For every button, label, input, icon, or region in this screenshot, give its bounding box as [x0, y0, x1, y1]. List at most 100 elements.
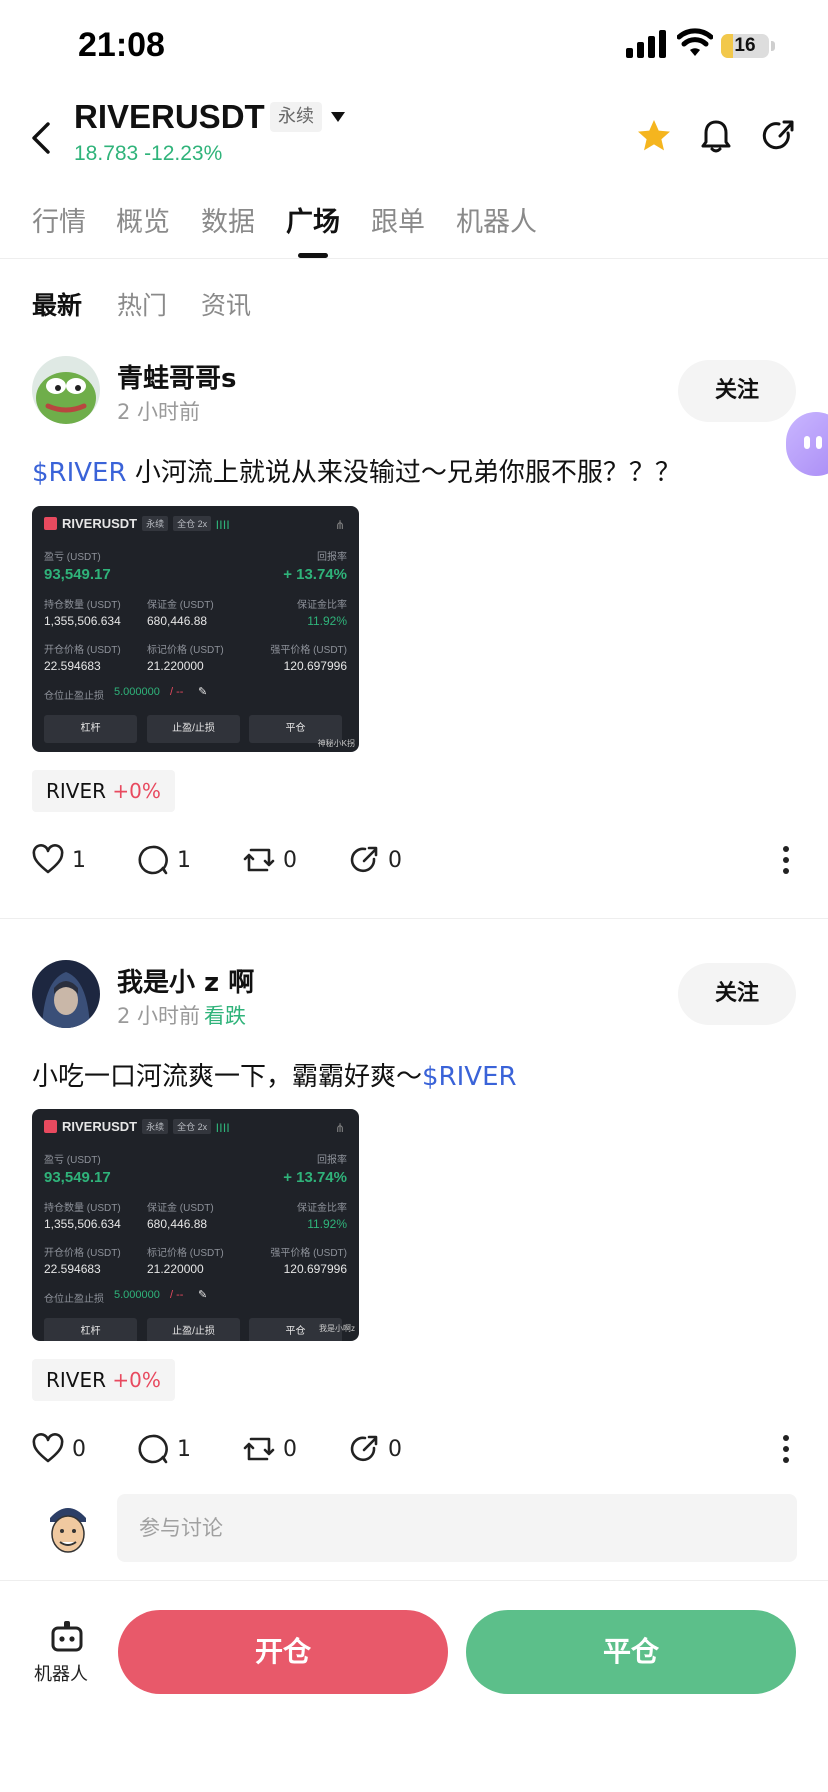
tab-data[interactable]: 数据 — [201, 200, 255, 239]
post-time: 2 小时前 — [117, 396, 200, 426]
card-perp: 永续 — [142, 516, 169, 531]
edit-icon: ✎ — [198, 686, 208, 698]
comment-action[interactable]: 1 — [137, 1433, 191, 1465]
post-text-body: 小吃一口河流爽一下，霸霸好爽～ — [32, 1062, 423, 1092]
repost-count: 0 — [283, 847, 297, 873]
post-text: $RIVER 小河流上就说从来没输过～兄弟你服不服？？？ — [32, 452, 681, 489]
mark-label: 标记价格 (USDT) — [147, 1248, 224, 1259]
ticker-tag[interactable]: RIVER +0% — [32, 770, 175, 812]
card-watermark: 神秘小K拐 — [317, 739, 355, 748]
tag-name: RIVER — [46, 1368, 107, 1392]
robot-label[interactable]: 机器人 — [34, 1660, 88, 1686]
pnl-label: 盈亏 (USDT) — [44, 552, 101, 563]
comment-input[interactable]: 参与讨论 — [117, 1494, 797, 1562]
bottom-bar-divider — [0, 1580, 828, 1581]
subtab-hot[interactable]: 热门 — [117, 286, 167, 322]
bell-icon[interactable] — [696, 116, 736, 156]
share-action[interactable]: 0 — [348, 844, 402, 876]
post-divider — [0, 918, 828, 919]
tpsl-value: 5.000000 — [114, 1289, 160, 1301]
pair-title[interactable]: RIVERUSDT — [74, 98, 265, 136]
ticker-tag[interactable]: RIVER +0% — [32, 1359, 175, 1401]
avatar[interactable] — [32, 356, 100, 424]
sentiment-label: 看跌 — [204, 1004, 247, 1028]
avatar[interactable] — [32, 960, 100, 1028]
subtab-news[interactable]: 资讯 — [201, 286, 251, 322]
post-text: 小吃一口河流爽一下，霸霸好爽～$RIVER — [32, 1056, 517, 1093]
card-share-icon: ⋔ — [334, 1121, 345, 1135]
share-icon[interactable] — [758, 116, 798, 156]
battery-cap — [771, 41, 775, 51]
entry-value: 22.594683 — [44, 659, 101, 673]
liq-value: 120.697996 — [283, 659, 347, 673]
subtab-latest[interactable]: 最新 — [32, 286, 82, 322]
follow-button[interactable]: 关注 — [678, 963, 796, 1025]
mark-label: 标记价格 (USDT) — [147, 645, 224, 656]
dropdown-triangle-icon[interactable] — [330, 111, 346, 123]
card-tpsl-button: 止盈/止损 — [147, 715, 240, 743]
roe-label: 回报率 — [317, 1155, 347, 1166]
open-position-button[interactable]: 开仓 — [118, 1610, 448, 1694]
cellular-signal-icon — [626, 30, 666, 58]
repost-action[interactable]: 0 — [243, 1433, 297, 1465]
more-options-icon[interactable] — [781, 1434, 791, 1464]
comment-action[interactable]: 1 — [137, 844, 191, 876]
card-header: RIVERUSDT 永续 全仓 2x |||| — [44, 1119, 230, 1134]
card-watermark: 我是小啊z — [319, 1324, 355, 1333]
follow-button[interactable]: 关注 — [678, 360, 796, 422]
tab-market[interactable]: 行情 — [32, 200, 86, 239]
tab-copy-trading[interactable]: 跟单 — [371, 200, 425, 239]
position-card[interactable]: RIVERUSDT 永续 全仓 2x |||| ⋔ 盈亏 (USDT) 回报率 … — [32, 506, 359, 752]
ticker-link[interactable]: $RIVER — [422, 1062, 517, 1092]
back-arrow-icon[interactable] — [22, 116, 62, 160]
like-action[interactable]: 0 — [32, 1433, 86, 1465]
card-margin-mode: 全仓 2x — [173, 516, 212, 531]
position-card[interactable]: RIVERUSDT 永续 全仓 2x |||| ⋔ 盈亏 (USDT) 回报率 … — [32, 1109, 359, 1341]
repost-icon — [243, 1437, 275, 1461]
repost-icon — [243, 848, 275, 872]
robot-icon[interactable] — [50, 1620, 84, 1652]
tag-change: +0% — [112, 1368, 161, 1392]
leverage-bars-icon: |||| — [216, 1121, 231, 1132]
entry-label: 开仓价格 (USDT) — [44, 645, 121, 656]
margin-value: 680,446.88 — [147, 1217, 208, 1231]
post-text-body: 小河流上就说从来没输过～兄弟你服不服？？？ — [126, 458, 681, 488]
card-perp: 永续 — [142, 1119, 169, 1134]
tab-square[interactable]: 广场 — [286, 200, 340, 239]
comment-count: 1 — [177, 1436, 191, 1462]
card-symbol: RIVERUSDT — [62, 1119, 138, 1134]
pnl-value: 93,549.17 — [44, 1169, 111, 1186]
tag-change: +0% — [112, 779, 161, 803]
close-position-button[interactable]: 平仓 — [466, 1610, 796, 1694]
tab-bots[interactable]: 机器人 — [456, 200, 537, 239]
qty-label: 持仓数量 (USDT) — [44, 600, 121, 611]
margin-ratio-label: 保证金比率 — [297, 1203, 347, 1214]
tab-overview[interactable]: 概览 — [116, 200, 170, 239]
post-time-text: 2 小时前 — [117, 400, 201, 424]
more-options-icon[interactable] — [781, 845, 791, 875]
username[interactable]: 青蛙哥哥s — [117, 358, 236, 395]
favorite-star-icon[interactable] — [634, 116, 674, 156]
tpsl-tail: / -- — [170, 686, 184, 698]
card-margin-mode: 全仓 2x — [173, 1119, 212, 1134]
leverage-bars-icon: |||| — [216, 518, 231, 529]
card-leverage-button: 杠杆 — [44, 1318, 137, 1341]
repost-action[interactable]: 0 — [243, 844, 297, 876]
post-time-text: 2 小时前 — [117, 1004, 201, 1028]
ticker-link[interactable]: $RIVER — [32, 458, 127, 488]
liq-value: 120.697996 — [283, 1262, 347, 1276]
comment-count: 1 — [177, 847, 191, 873]
username[interactable]: 我是小 z 啊 — [117, 962, 254, 999]
pnl-label: 盈亏 (USDT) — [44, 1155, 101, 1166]
tpsl-tail: / -- — [170, 1289, 184, 1301]
like-count: 0 — [72, 1436, 86, 1462]
current-user-avatar — [36, 1496, 100, 1560]
margin-ratio-value: 11.92% — [307, 614, 347, 628]
margin-label: 保证金 (USDT) — [147, 1203, 214, 1214]
share-action[interactable]: 0 — [348, 1433, 402, 1465]
heart-icon — [32, 844, 64, 874]
margin-ratio-value: 11.92% — [307, 1217, 347, 1231]
assistant-bubble[interactable] — [786, 412, 828, 476]
price-change: 18.783 -12.23% — [74, 142, 223, 165]
like-action[interactable]: 1 — [32, 844, 86, 876]
